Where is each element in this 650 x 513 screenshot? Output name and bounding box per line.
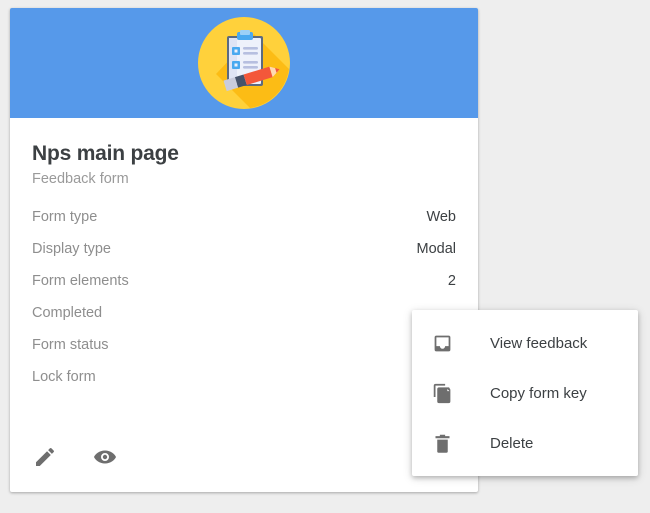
clipboard-checklist-pencil-icon: [198, 17, 290, 109]
detail-value: 2: [447, 273, 456, 290]
detail-row-display-type: Display type Modal: [32, 233, 456, 265]
menu-item-label: Delete: [490, 434, 534, 452]
eye-icon[interactable]: [92, 444, 118, 470]
trash-icon: [432, 431, 462, 455]
detail-label: Lock form: [32, 369, 96, 386]
menu-item-delete[interactable]: Delete: [412, 418, 638, 468]
detail-label: Form type: [32, 209, 98, 226]
form-card: Nps main page Feedback form Form type We…: [10, 8, 478, 492]
pencil-icon[interactable]: [32, 444, 58, 470]
detail-label: Display type: [32, 241, 111, 258]
detail-row-form-status: Form status: [32, 329, 456, 361]
card-body: Nps main page Feedback form Form type We…: [10, 118, 478, 393]
context-menu: View feedback Copy form key Delete: [412, 310, 638, 476]
card-actions: [32, 444, 118, 470]
detail-value: Web: [426, 209, 456, 226]
page-subtitle: Feedback form: [32, 171, 129, 188]
detail-label: Completed: [32, 305, 103, 322]
menu-item-view-feedback[interactable]: View feedback: [412, 318, 638, 368]
page-title: Nps main page: [32, 142, 179, 165]
menu-item-label: Copy form key: [490, 384, 587, 402]
detail-label: Form elements: [32, 273, 129, 290]
detail-value: Modal: [416, 241, 457, 258]
detail-row-form-elements: Form elements 2: [32, 265, 456, 297]
detail-row-completed: Completed: [32, 297, 456, 329]
copy-icon: [432, 381, 462, 405]
inbox-icon: [432, 331, 462, 355]
card-header: [10, 8, 478, 118]
detail-row-form-type: Form type Web: [32, 201, 456, 233]
detail-row-lock-form: Lock form: [32, 361, 456, 393]
detail-label: Form status: [32, 337, 109, 354]
menu-item-label: View feedback: [490, 334, 588, 352]
menu-item-copy-form-key[interactable]: Copy form key: [412, 368, 638, 418]
